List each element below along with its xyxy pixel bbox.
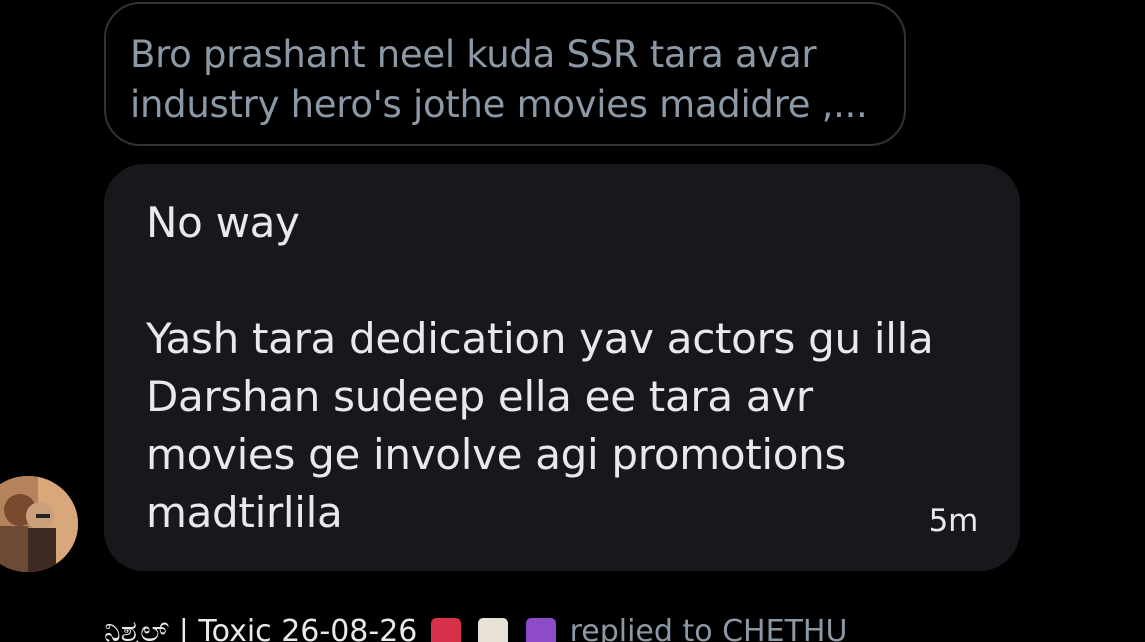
- message-line: [146, 252, 978, 310]
- message-line: Yash tara dedication yav actors gu illa: [146, 314, 934, 363]
- next-item-name: ನಿಶ್ಚಲ್ | Toxic 26-08-26: [104, 614, 418, 642]
- message-line: Darshan sudeep ella ee tara avr: [146, 372, 813, 421]
- quoted-reply-line: industry hero's jothe movies madidre ,..…: [130, 83, 868, 126]
- quoted-reply-line: Bro prashant neel kuda SSR tara avar: [130, 33, 817, 76]
- message-timestamp: 5m: [928, 503, 979, 539]
- clapper-icon: [478, 617, 509, 642]
- message-line: movies ge involve agi promotions: [146, 430, 847, 479]
- om-icon: [526, 617, 557, 642]
- message-line: madtirlila: [146, 488, 343, 537]
- message-bubble[interactable]: No way Yash tara dedication yav actors g…: [104, 164, 1020, 571]
- dm-conversation: Bro prashant neel kuda SSR tara avar ind…: [0, 0, 1145, 642]
- next-conversation-item[interactable]: ನಿಶ್ಚಲ್ | Toxic 26-08-26 replied to CHET…: [104, 612, 847, 642]
- message-line: No way: [146, 198, 300, 247]
- avatar[interactable]: [0, 476, 78, 572]
- quoted-reply-preview[interactable]: Bro prashant neel kuda SSR tara avar ind…: [104, 2, 906, 146]
- ticket-icon: [430, 617, 461, 642]
- avatar-photo: [0, 476, 78, 572]
- next-item-action: replied to CHETHU: [569, 614, 848, 642]
